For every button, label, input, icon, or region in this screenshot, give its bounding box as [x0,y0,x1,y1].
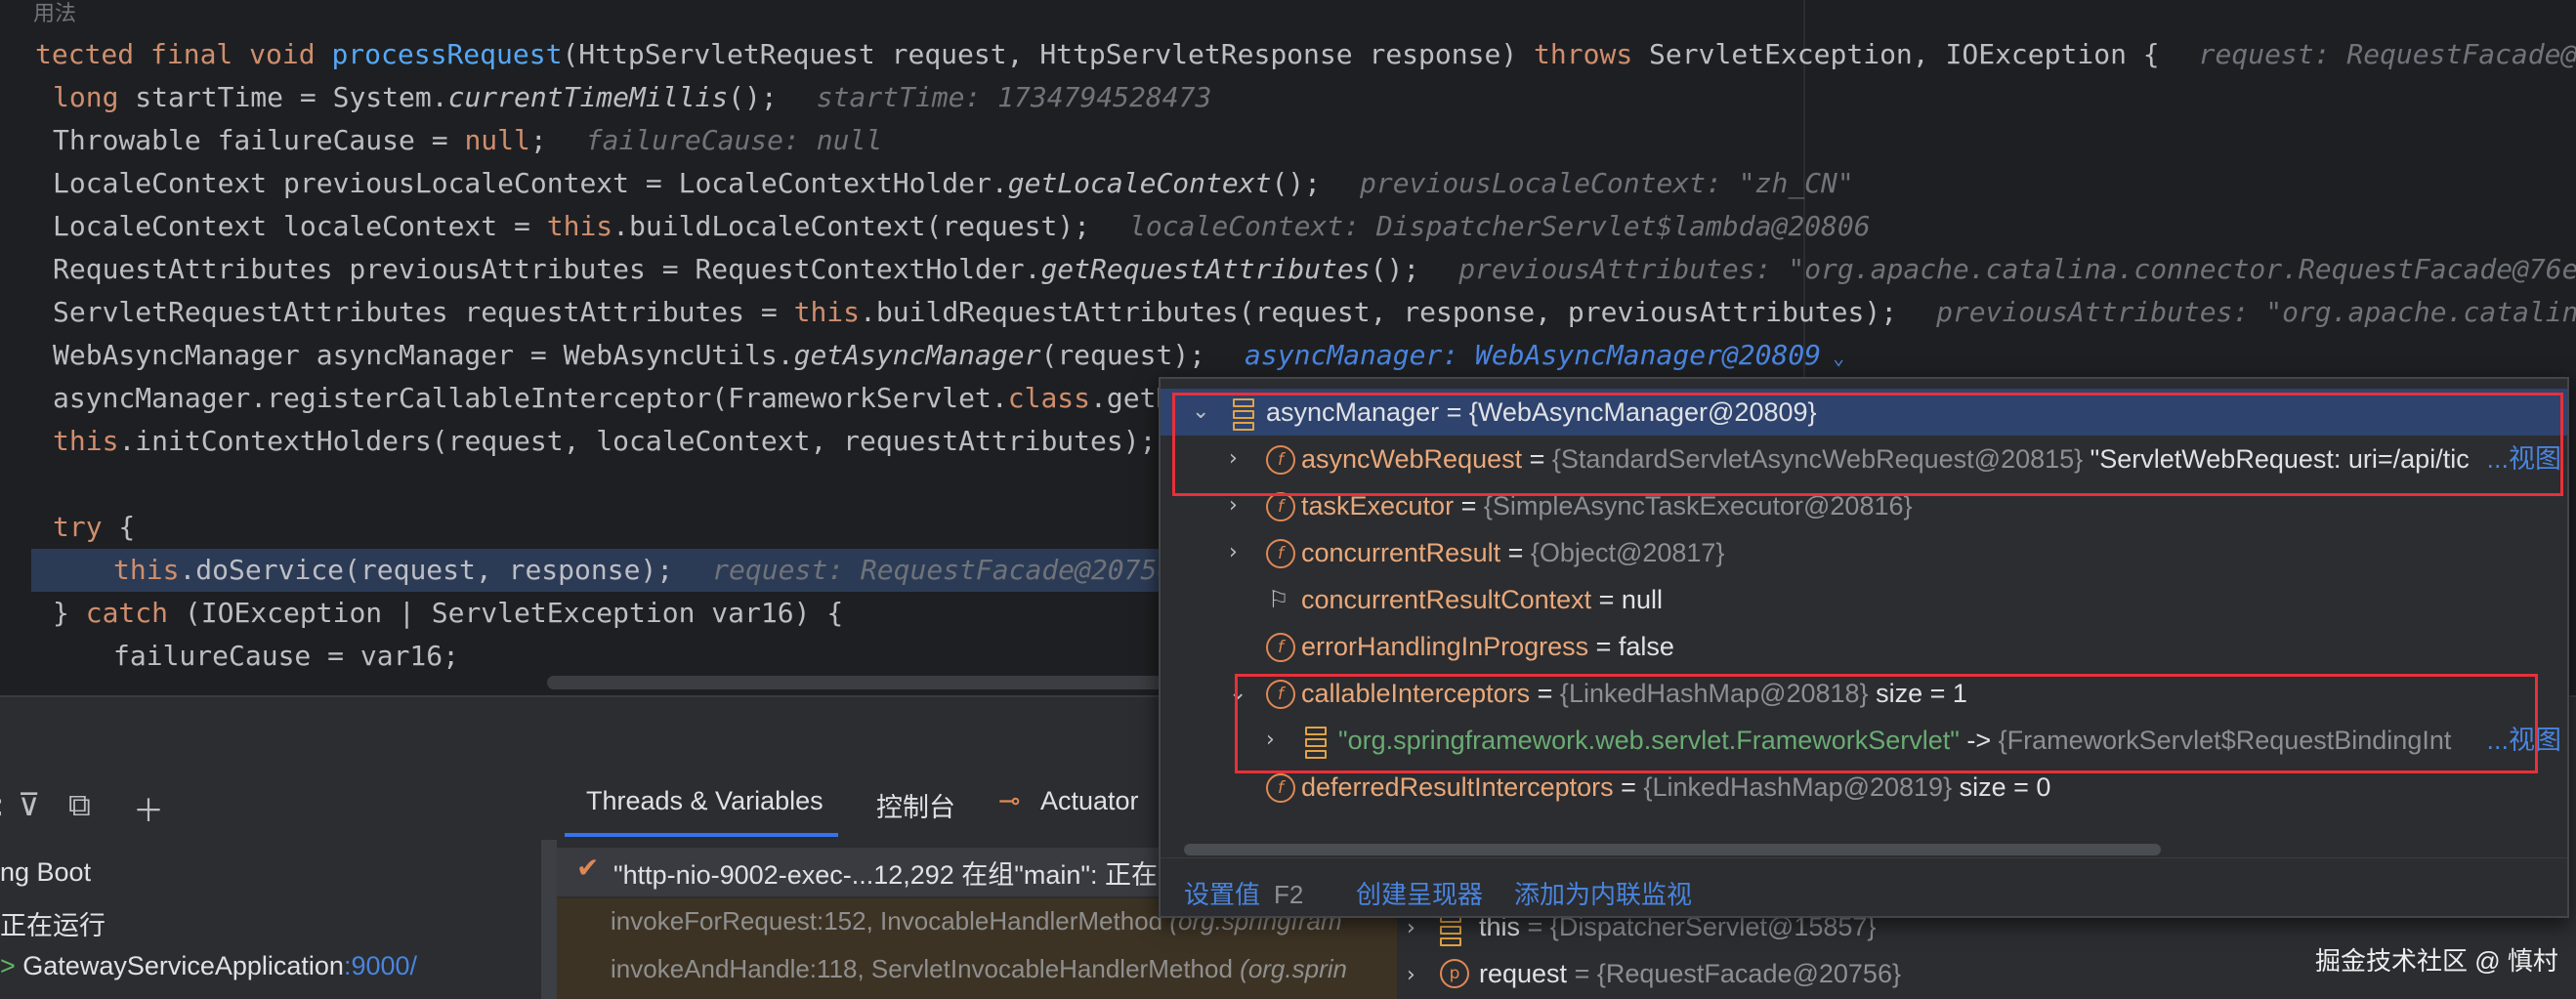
code-line-6[interactable]: RequestAttributes previousAttributes = R… [53,248,2576,291]
services-app-item[interactable]: > GatewayServiceApplication:9000/ [0,951,417,981]
tab-actuator[interactable]: Actuator [1040,786,1139,816]
highlight-box [1172,393,2563,496]
thread-label[interactable]: "http-nio-9002-exec-...12,292 在组"main": … [613,853,1158,892]
inline-value-hint: previousLocaleContext: "zh_CN" [1360,167,1854,199]
code-line-15[interactable]: failureCause = var16; [113,635,459,678]
code-line-9[interactable]: asyncManager.registerCallableInterceptor… [53,377,1222,420]
code-line-4[interactable]: LocaleContext previousLocaleContext = Lo… [53,162,1854,205]
actuator-icon: ⊸ [998,786,1021,815]
add-inline-watch-link[interactable]: 添加为内联监视 [1514,875,1692,911]
field-icon: f [1266,492,1295,521]
create-renderer-link[interactable]: 创建呈现器 [1356,875,1483,911]
field-icon: f [1266,539,1295,568]
toolbar-separator-icon: : [0,786,5,823]
inline-value-hint: request: RequestFacade@20756 [712,554,1174,586]
inline-value-popup[interactable]: ⌄ asyncManager = {WebAsyncManager@20809}… [1159,377,2569,918]
chevron-down-icon[interactable]: ⌄ [1821,346,1844,369]
tab-console[interactable]: 控制台 [876,786,955,824]
tree-field-concurrent-result[interactable]: › f concurrentResult = {Object@20817} [1161,529,2567,576]
stack-frame[interactable]: invokeAndHandle:118, ServletInvocableHan… [611,954,1347,984]
inline-value-hint: previousAttributes: "org.apache.catalina… [1936,296,2576,328]
services-running-label[interactable]: 正在运行 [0,904,106,942]
field-icon: f [1266,773,1295,803]
chevron-right-icon[interactable]: › [1229,529,1238,576]
code-line-8[interactable]: WebAsyncManager asyncManager = WebAsyncU… [53,334,1844,377]
active-tab-indicator [565,833,838,837]
add-icon[interactable]: ＋ [133,786,164,831]
inline-value-hint-link[interactable]: asyncManager: WebAsyncManager@20809 [1245,339,1821,371]
inline-value-hint: failureCause: null [585,124,883,156]
tree-field-error-handling[interactable]: f errorHandlingInProgress = false [1161,623,2567,670]
new-tab-icon[interactable]: ⧉ [68,786,91,824]
filter-icon[interactable]: ⊽ [18,786,40,823]
watermark: 掘金技术社区 @ 慎村 [2315,946,2558,976]
inline-value-hint: startTime: 1734794528473 [816,81,1212,113]
popup-horizontal-scrollbar[interactable] [1184,844,2161,855]
inline-value-hint: request: RequestFacade@207 [2198,38,2576,70]
code-line-12[interactable]: try { [53,506,135,549]
tree-field-concurrent-result-context[interactable]: ⚐ concurrentResultContext = null [1161,576,2567,623]
highlight-box [1235,674,2538,773]
code-line-2[interactable]: long startTime = System.currentTimeMilli… [53,76,1211,119]
code-line-14[interactable]: } catch (IOException | ServletException … [53,592,843,635]
run-arrow-icon: > [0,951,23,980]
code-line-3[interactable]: Throwable failureCause = null; failureCau… [53,119,882,162]
current-execution-line[interactable]: this.doService(request, response); reques… [31,549,1173,592]
services-spring-boot-label[interactable]: ng Boot [0,857,91,888]
tab-threads-variables[interactable]: Threads & Variables [586,786,823,816]
usage-hint: 用法 [33,1,77,25]
parameter-icon: p [1440,959,1469,988]
inline-value-hint: localeContext: DispatcherServlet$lambda@… [1129,210,1871,242]
code-line-5[interactable]: LocaleContext localeContext = this.build… [53,205,1871,248]
flag-icon: ⚐ [1268,586,1289,613]
chevron-right-icon[interactable]: › [1407,963,1415,987]
check-icon: ✔ [576,852,600,884]
code-line-7[interactable]: ServletRequestAttributes requestAttribut… [53,291,2576,334]
panel-splitter[interactable] [541,840,557,999]
inline-value-hint: previousAttributes: "org.apache.catalina… [1458,253,2576,285]
field-icon: f [1266,633,1295,662]
code-line-10[interactable]: this.initContextHolders(request, localeC… [53,420,1228,463]
code-line-1[interactable]: tected final void processRequest(HttpSer… [35,33,2576,76]
chevron-right-icon[interactable]: › [1407,916,1415,940]
set-value-link[interactable]: 设置值 F2 [1184,875,1303,911]
